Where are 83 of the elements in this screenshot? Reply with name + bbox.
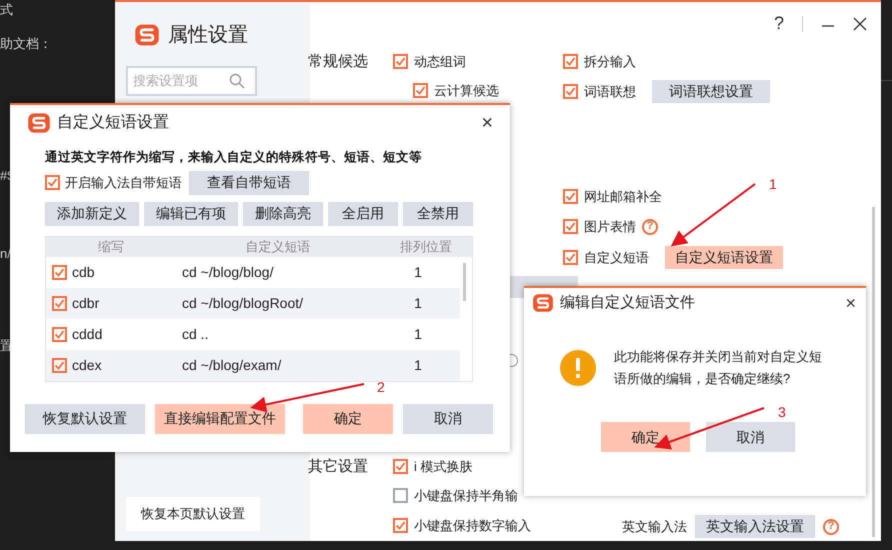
option-label: 拆分输入 xyxy=(584,53,636,71)
button[interactable]: 直接编辑配置文件 xyxy=(155,404,285,434)
button[interactable]: 全启用 xyxy=(328,202,398,226)
option-label: 图片表情 xyxy=(584,218,636,236)
table-cell-text: cd .. xyxy=(181,324,210,344)
annotation-number: 1 xyxy=(769,175,777,194)
close-button[interactable]: × xyxy=(845,294,856,312)
checkbox[interactable] xyxy=(563,219,578,234)
button[interactable]: 英文输入法设置 xyxy=(695,515,815,538)
table-cell-text: cd ~/blog/exam/ xyxy=(181,356,282,375)
help-button[interactable]: ? xyxy=(774,10,784,37)
checkbox[interactable] xyxy=(52,326,67,342)
table-cell-text: cdex xyxy=(72,356,102,375)
option-label: 英文输入法 xyxy=(622,518,687,536)
table-cell-text: cd ~/blog/blog/ xyxy=(181,262,274,282)
search-icon xyxy=(229,73,245,89)
terminal-text: 助文档： xyxy=(0,35,52,53)
option-label: 小键盘保持数字输入 xyxy=(414,517,531,535)
checkbox[interactable] xyxy=(393,54,408,70)
terminal-text: 式 xyxy=(0,1,13,19)
table-cell-text: 1 xyxy=(413,294,423,313)
restore-defaults-button[interactable]: 恢复本页默认设置 xyxy=(126,497,260,531)
terminal-text: n/ xyxy=(0,245,11,263)
table-cell-text: cdbr xyxy=(72,294,100,313)
button[interactable]: 自定义短语设置 xyxy=(665,246,783,269)
option-label: 自定义短语 xyxy=(584,248,649,267)
checkbox[interactable] xyxy=(52,358,67,373)
checkbox[interactable] xyxy=(393,488,408,504)
button[interactable]: 添加新定义 xyxy=(45,202,139,226)
section-label: 常规候选 xyxy=(308,52,368,72)
close-icon[interactable] xyxy=(853,16,867,30)
table-row[interactable]: cdbr cd ~/blog/blogRoot/ 1 xyxy=(46,288,460,319)
annotation-number: 3 xyxy=(778,403,786,422)
checkbox[interactable] xyxy=(413,83,428,98)
button[interactable]: 全禁用 xyxy=(403,202,473,226)
button[interactable]: 确定 xyxy=(303,404,393,434)
table-cell-text: 1 xyxy=(413,262,423,282)
checkbox[interactable] xyxy=(563,250,578,265)
checkbox[interactable] xyxy=(563,189,578,204)
option-label: 开启输入法自带短语 xyxy=(65,174,182,192)
option-label: 网址邮箱补全 xyxy=(584,188,662,206)
table-cell-text: cdb xyxy=(72,262,95,282)
button[interactable]: 恢复默认设置 xyxy=(25,404,145,434)
option-label: i 模式换肤 xyxy=(414,458,472,476)
button[interactable]: 词语联想设置 xyxy=(652,80,770,103)
checkbox[interactable] xyxy=(393,459,408,474)
window-title: 属性设置 xyxy=(168,23,248,48)
scrollbar[interactable] xyxy=(463,262,466,301)
option-label: 动态组词 xyxy=(414,53,466,71)
checkbox[interactable] xyxy=(52,296,67,311)
button[interactable]: 删除高亮 xyxy=(243,202,323,226)
checkbox[interactable] xyxy=(393,518,408,534)
search-field[interactable]: 搜索设置项 xyxy=(133,71,229,91)
option-label: 小键盘保持半角输 xyxy=(414,487,518,505)
description: 通过英文字符作为缩写，来输入自定义的特殊符号、短语、短文等 xyxy=(45,149,423,166)
message: 此功能将保存并关闭当前对自定义短语所做的编辑，是否确定继续? xyxy=(614,348,823,388)
scrollbar[interactable] xyxy=(872,207,875,537)
warning-icon xyxy=(560,350,596,386)
logo-icon xyxy=(134,22,160,48)
annotation-number: 2 xyxy=(377,378,385,397)
button[interactable]: 查看自带短语 xyxy=(189,170,309,195)
checkbox[interactable] xyxy=(563,54,578,70)
checkbox[interactable] xyxy=(52,264,67,280)
dialog-title: 编辑自定义短语文件 xyxy=(560,292,695,313)
table-row[interactable]: cdex cd ~/blog/exam/ 1 xyxy=(46,350,460,381)
logo-icon xyxy=(532,292,554,314)
button[interactable]: 取消 xyxy=(706,422,795,452)
close-button[interactable]: × xyxy=(481,113,493,133)
dialog-title: 自定义短语设置 xyxy=(57,112,169,133)
button[interactable]: 确定 xyxy=(601,422,690,452)
checkbox[interactable] xyxy=(563,84,578,99)
table-cell-text: 1 xyxy=(413,356,423,375)
section-label: 其它设置 xyxy=(308,457,368,477)
button[interactable]: 编辑已有项 xyxy=(144,202,238,226)
option-label: 云计算候选 xyxy=(434,82,499,100)
logo-icon xyxy=(27,111,51,135)
table-cell-text: cd ~/blog/blogRoot/ xyxy=(181,294,304,313)
button[interactable]: 取消 xyxy=(403,404,493,434)
option-label: 词语联想 xyxy=(584,82,636,101)
checkbox[interactable] xyxy=(45,175,60,190)
table-cell-text: cddd xyxy=(72,324,102,344)
table-cell-text: 1 xyxy=(413,324,423,344)
search-box[interactable]: 搜索设置项 xyxy=(126,66,257,96)
